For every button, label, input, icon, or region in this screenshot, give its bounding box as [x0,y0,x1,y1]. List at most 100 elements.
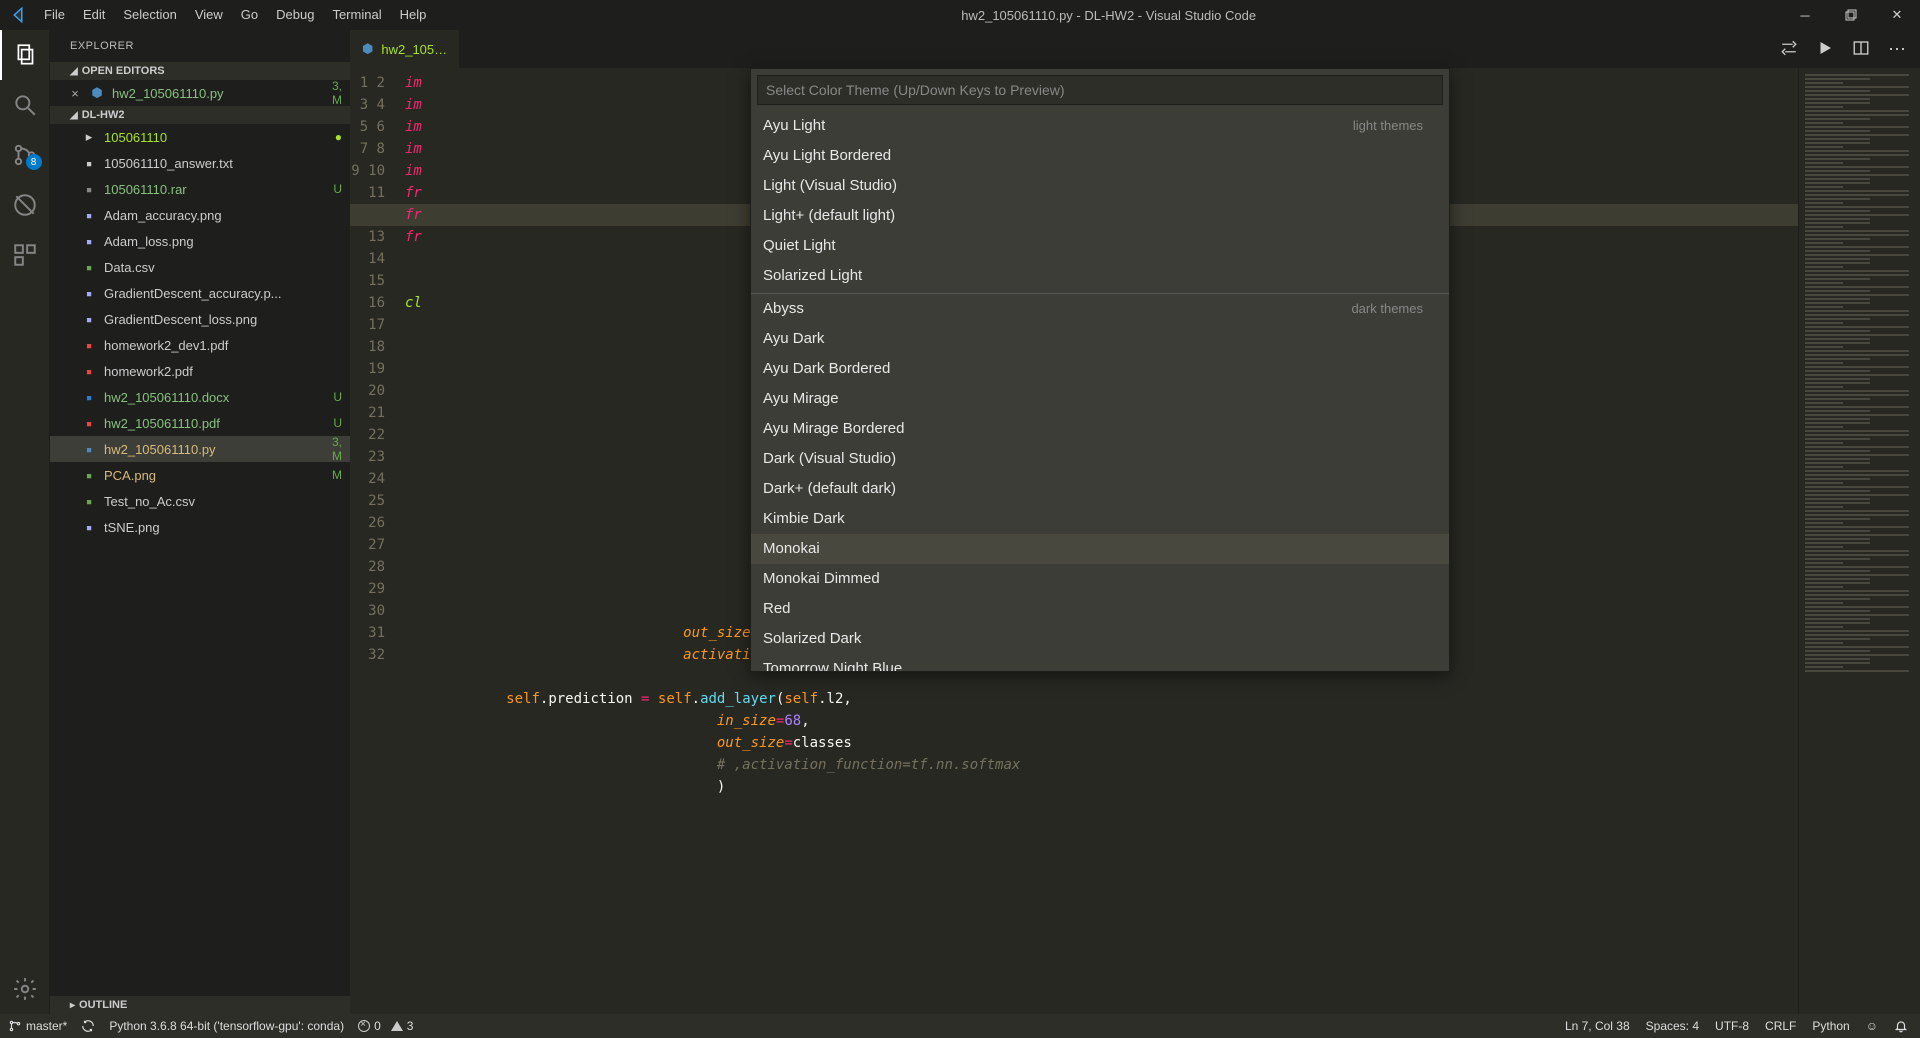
file-item[interactable]: ▪ Data.csv [50,254,350,280]
problems[interactable]: 0 3 [358,1019,413,1033]
source-control-icon[interactable]: 8 [0,130,50,180]
titlebar: FileEditSelectionViewGoDebugTerminalHelp… [0,0,1920,30]
editor-area: ⬢ hw2_105… ⋯ Select Color Theme (Up/Down… [350,30,1920,1014]
theme-option[interactable]: Light (Visual Studio) [751,171,1449,201]
file-icon: ▪ [80,339,98,352]
file-item[interactable]: ▪ Adam_accuracy.png [50,202,350,228]
theme-option[interactable]: Light+ (default light) [751,201,1449,231]
search-icon[interactable] [0,80,50,130]
file-item[interactable]: ▪ 105061110_answer.txt [50,150,350,176]
file-item[interactable]: ▪ homework2.pdf [50,358,350,384]
menu-help[interactable]: Help [391,0,436,30]
menubar: FileEditSelectionViewGoDebugTerminalHelp [35,0,435,30]
git-branch[interactable]: master* [8,1019,67,1033]
maximize-button[interactable] [1828,0,1874,30]
file-item[interactable]: ▪ GradientDescent_loss.png [50,306,350,332]
open-editor-item[interactable]: × ⬢ hw2_105061110.py 3, M [50,80,350,106]
theme-option[interactable]: Ayu Light Bordered [751,141,1449,171]
theme-option[interactable]: light themesAyu Light [751,111,1449,141]
theme-option[interactable]: Solarized Dark [751,624,1449,654]
language-mode[interactable]: Python [1812,1019,1849,1033]
file-item[interactable]: ▪ hw2_105061110.docx U [50,384,350,410]
python-file-icon: ⬢ [362,41,373,57]
file-icon: ▪ [80,209,98,222]
sidebar-title: EXPLORER [50,30,350,62]
menu-file[interactable]: File [35,0,74,30]
file-item[interactable]: ▸ 105061110 ● [50,124,350,150]
close-button[interactable]: ✕ [1874,0,1920,30]
sync-icon[interactable] [81,1019,95,1033]
file-item[interactable]: ▪ Adam_loss.png [50,228,350,254]
file-item[interactable]: ▪ hw2_105061110.py 3, M [50,436,350,462]
chevron-down-icon: ◢ [70,110,78,121]
feedback-icon[interactable]: ☺ [1866,1019,1878,1033]
minimap[interactable] [1798,68,1920,1014]
file-item[interactable]: ▪ homework2_dev1.pdf [50,332,350,358]
theme-option[interactable]: Dark (Visual Studio) [751,444,1449,474]
file-icon: ▪ [80,521,98,534]
settings-gear-icon[interactable] [0,964,50,1014]
menu-view[interactable]: View [186,0,232,30]
theme-option[interactable]: dark themesAbyss [751,293,1449,324]
theme-option[interactable]: Quiet Light [751,231,1449,261]
cursor-position[interactable]: Ln 7, Col 38 [1565,1019,1630,1033]
debug-icon[interactable] [0,180,50,230]
indentation[interactable]: Spaces: 4 [1646,1019,1699,1033]
file-item[interactable]: ▪ PCA.png M [50,462,350,488]
play-icon[interactable] [1816,39,1834,60]
close-icon[interactable]: × [68,86,82,101]
file-icon: ▪ [80,261,98,274]
menu-edit[interactable]: Edit [74,0,114,30]
theme-option[interactable]: Solarized Light [751,261,1449,291]
color-theme-picker: Select Color Theme (Up/Down Keys to Prev… [750,68,1450,672]
more-icon[interactable]: ⋯ [1888,39,1906,60]
file-icon: ▪ [80,157,98,170]
file-icon: ▪ [80,313,98,326]
file-item[interactable]: ▪ hw2_105061110.pdf U [50,410,350,436]
explorer-icon[interactable] [0,30,50,80]
statusbar: master* Python 3.6.8 64-bit ('tensorflow… [0,1014,1920,1038]
file-item[interactable]: ▪ 105061110.rar U [50,176,350,202]
file-item[interactable]: ▪ tSNE.png [50,514,350,540]
menu-terminal[interactable]: Terminal [323,0,390,30]
chevron-right-icon: ▸ [70,1000,75,1011]
notifications-icon[interactable] [1894,1019,1908,1033]
file-item[interactable]: ▪ GradientDescent_accuracy.p... [50,280,350,306]
open-editors-header[interactable]: ◢ OPEN EDITORS [50,62,350,80]
extensions-icon[interactable] [0,230,50,280]
theme-option[interactable]: Kimbie Dark [751,504,1449,534]
tabbar: ⬢ hw2_105… ⋯ [350,30,1920,68]
python-file-icon: ⬢ [88,85,106,101]
theme-option[interactable]: Ayu Mirage [751,384,1449,414]
file-icon: ▪ [80,235,98,248]
minimize-button[interactable]: ─ [1782,0,1828,30]
theme-search-input[interactable]: Select Color Theme (Up/Down Keys to Prev… [757,75,1443,105]
python-interpreter[interactable]: Python 3.6.8 64-bit ('tensorflow-gpu': c… [109,1019,344,1033]
menu-selection[interactable]: Selection [114,0,185,30]
window-controls: ─ ✕ [1782,0,1920,30]
file-item[interactable]: ▪ Test_no_Ac.csv [50,488,350,514]
tab-active[interactable]: ⬢ hw2_105… [350,30,459,68]
menu-go[interactable]: Go [232,0,267,30]
file-icon: ▪ [80,495,98,508]
theme-group-label: light themes [1353,115,1437,137]
theme-option[interactable]: Ayu Mirage Bordered [751,414,1449,444]
tabbar-actions: ⋯ [1780,39,1920,60]
compare-icon[interactable] [1780,39,1798,60]
encoding[interactable]: UTF-8 [1715,1019,1749,1033]
project-header[interactable]: ◢ DL-HW2 [50,106,350,124]
menu-debug[interactable]: Debug [267,0,323,30]
theme-option[interactable]: Tomorrow Night Blue [751,654,1449,671]
file-icon: ▪ [80,391,98,404]
split-editor-icon[interactable] [1852,39,1870,60]
theme-option[interactable]: Red [751,594,1449,624]
theme-option[interactable]: Monokai [751,534,1449,564]
chevron-down-icon: ◢ [70,66,78,77]
theme-option[interactable]: Ayu Dark [751,324,1449,354]
theme-option[interactable]: Dark+ (default dark) [751,474,1449,504]
theme-option[interactable]: Ayu Dark Bordered [751,354,1449,384]
theme-group-label: dark themes [1351,298,1437,320]
outline-header[interactable]: ▸ OUTLINE [50,996,350,1014]
eol[interactable]: CRLF [1765,1019,1796,1033]
theme-option[interactable]: Monokai Dimmed [751,564,1449,594]
